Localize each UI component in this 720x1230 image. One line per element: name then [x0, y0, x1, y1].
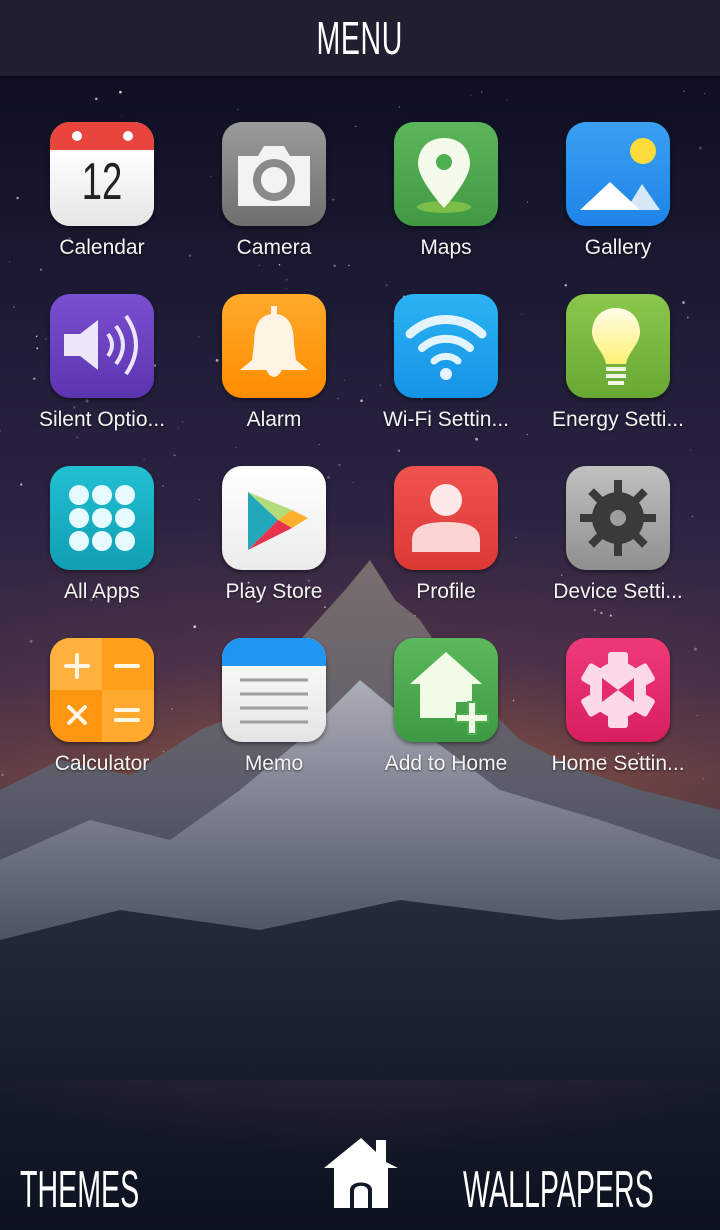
dot — [69, 485, 89, 505]
map-pin-icon — [394, 122, 498, 226]
app-label: Profile — [416, 580, 476, 603]
app-label: All Apps — [64, 580, 140, 603]
app-label: Camera — [236, 236, 312, 259]
grid-dots-icon — [50, 466, 154, 570]
themes-button[interactable]: THEMES — [20, 1160, 139, 1220]
app-calendar[interactable]: 12 Calendar — [16, 122, 188, 294]
dot — [115, 485, 135, 505]
app-label: Memo — [244, 752, 304, 775]
app-maps[interactable]: Maps — [360, 122, 532, 294]
dot — [92, 485, 112, 505]
dot — [92, 508, 112, 528]
app-grid: 12 Calendar Camera Maps Gallery Silent O… — [16, 122, 704, 810]
app-play-store[interactable]: Play Store — [188, 466, 360, 638]
wifi-icon — [394, 294, 498, 398]
app-label: Wi-Fi Settin... — [382, 408, 509, 431]
app-camera[interactable]: Camera — [188, 122, 360, 294]
page-title: MENU — [316, 12, 404, 64]
dot — [115, 531, 135, 551]
home-icon — [324, 1138, 398, 1208]
play-store-icon — [222, 466, 326, 570]
app-silent-options[interactable]: Silent Optio... — [16, 294, 188, 466]
app-home-settings[interactable]: Home Settin... — [532, 638, 704, 810]
memo-icon — [222, 638, 326, 742]
bottom-bar: THEMES WALLPAPERS — [0, 1120, 720, 1230]
app-label: Device Setti... — [553, 580, 683, 603]
app-label: Play Store — [225, 580, 323, 603]
app-wifi-settings[interactable]: Wi-Fi Settin... — [360, 294, 532, 466]
add-home-icon — [394, 638, 498, 742]
app-label: Add to Home — [384, 752, 508, 775]
app-memo[interactable]: Memo — [188, 638, 360, 810]
app-profile[interactable]: Profile — [360, 466, 532, 638]
calendar-day: 12 — [81, 153, 123, 211]
app-label: Alarm — [246, 408, 302, 431]
app-label: Gallery — [584, 236, 652, 259]
speaker-icon — [50, 294, 154, 398]
dot — [69, 508, 89, 528]
app-gallery[interactable]: Gallery — [532, 122, 704, 294]
app-label: Calculator — [54, 752, 150, 775]
app-device-settings[interactable]: Device Setti... — [532, 466, 704, 638]
dot — [69, 531, 89, 551]
app-all-apps[interactable]: All Apps — [16, 466, 188, 638]
lightbulb-icon — [566, 294, 670, 398]
person-icon — [394, 466, 498, 570]
home-button[interactable] — [324, 1136, 398, 1208]
dot — [92, 531, 112, 551]
top-bar: MENU — [0, 0, 720, 76]
app-label: Calendar — [59, 236, 145, 259]
calculator-icon — [50, 638, 154, 742]
gallery-icon — [566, 122, 670, 226]
camera-icon — [222, 122, 326, 226]
app-label: Silent Optio... — [38, 408, 166, 431]
app-energy-settings[interactable]: Energy Setti... — [532, 294, 704, 466]
app-alarm[interactable]: Alarm — [188, 294, 360, 466]
app-label: Maps — [420, 236, 472, 259]
app-label: Energy Setti... — [552, 408, 684, 431]
dot — [115, 508, 135, 528]
app-calculator[interactable]: Calculator — [16, 638, 188, 810]
app-add-to-home[interactable]: Add to Home — [360, 638, 532, 810]
gear-icon — [566, 466, 670, 570]
app-label: Home Settin... — [551, 752, 685, 775]
calendar-icon: 12 — [50, 122, 154, 226]
bell-icon — [222, 294, 326, 398]
wallpapers-button[interactable]: WALLPAPERS — [463, 1160, 654, 1220]
home-settings-icon — [566, 638, 670, 742]
